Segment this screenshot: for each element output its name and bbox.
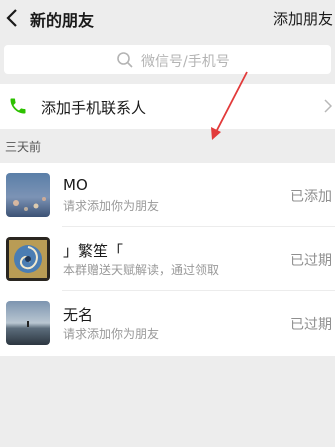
request-message: 请求添加你为朋友 bbox=[63, 327, 160, 341]
friend-request-list: MO 请求添加你为朋友 已添加 」繁笙「 本群赠送天赋解读，通过领取 已过期 无… bbox=[0, 163, 335, 356]
request-status: 已添加 bbox=[290, 189, 332, 205]
request-name: 」繁笙「 bbox=[63, 242, 124, 260]
page-title: 新的朋友 bbox=[30, 11, 95, 30]
friend-request-item[interactable]: 无名 请求添加你为朋友 已过期 bbox=[0, 291, 335, 355]
add-phone-contacts-row[interactable]: 添加手机联系人 bbox=[0, 84, 335, 129]
request-status: 已过期 bbox=[290, 253, 332, 269]
request-message: 本群赠送天赋解读，通过领取 bbox=[63, 263, 220, 277]
section-header: 三天前 bbox=[5, 140, 42, 154]
avatar bbox=[6, 301, 50, 345]
back-arrow-icon[interactable] bbox=[2, 5, 24, 31]
add-phone-contacts-label: 添加手机联系人 bbox=[41, 99, 147, 117]
avatar bbox=[6, 237, 50, 281]
avatar bbox=[6, 173, 50, 217]
friend-request-item[interactable]: MO 请求添加你为朋友 已添加 bbox=[0, 163, 335, 227]
search-icon bbox=[117, 52, 133, 68]
request-name: 无名 bbox=[63, 306, 94, 324]
phone-icon bbox=[10, 98, 26, 114]
search-bar[interactable]: 微信号/手机号 bbox=[4, 45, 331, 74]
top-nav-bar: 新的朋友 添加朋友 bbox=[0, 0, 335, 36]
search-placeholder: 微信号/手机号 bbox=[141, 54, 230, 70]
request-status: 已过期 bbox=[290, 317, 332, 333]
request-name: MO bbox=[63, 176, 88, 194]
friend-request-item[interactable]: 」繁笙「 本群赠送天赋解读，通过领取 已过期 bbox=[0, 227, 335, 291]
request-message: 请求添加你为朋友 bbox=[63, 199, 160, 213]
add-friend-button[interactable]: 添加朋友 bbox=[273, 8, 333, 29]
chevron-right-icon bbox=[324, 99, 332, 113]
